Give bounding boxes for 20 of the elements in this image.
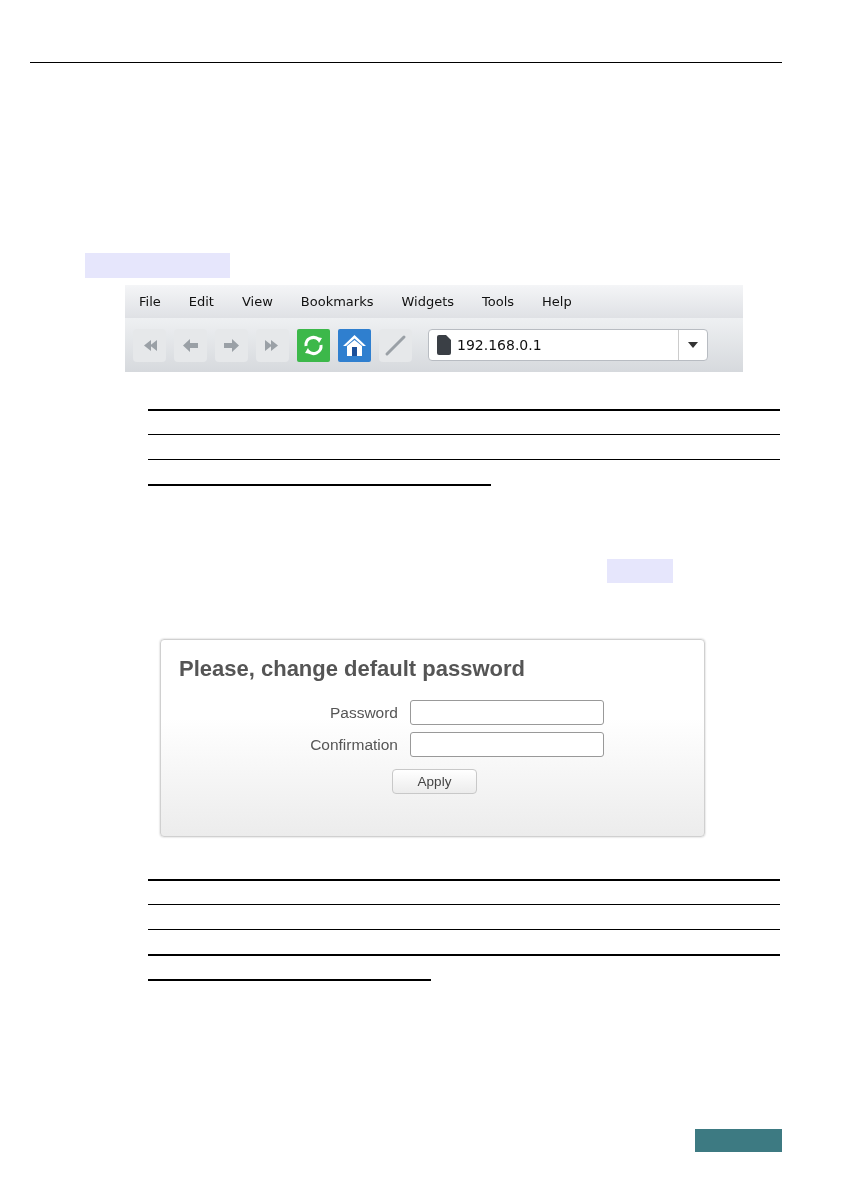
input-field[interactable] <box>410 732 604 757</box>
address-field[interactable]: 192.168.0.1 <box>451 337 678 353</box>
field-label: Confirmation <box>309 735 398 754</box>
menu-item[interactable]: Bookmarks <box>300 294 374 309</box>
reload-icon[interactable] <box>297 328 330 362</box>
apply-button[interactable]: Apply <box>392 769 477 794</box>
address-bar[interactable]: 192.168.0.1 <box>428 329 708 361</box>
input-field[interactable] <box>410 700 604 725</box>
menu-item[interactable]: Edit <box>188 294 214 309</box>
menu-item[interactable]: View <box>241 294 273 309</box>
menu-item[interactable]: File <box>139 294 161 309</box>
menu-item[interactable]: Widgets <box>401 294 454 309</box>
dropdown-caret-icon[interactable] <box>688 342 698 348</box>
menu-item[interactable]: Tools <box>482 294 515 309</box>
highlight-mark <box>607 559 673 583</box>
dialog-title: Please, change default password <box>179 656 526 682</box>
menu-item[interactable]: Help <box>542 294 572 309</box>
home-icon[interactable] <box>338 328 371 362</box>
field-label: Password <box>328 703 398 722</box>
page-icon <box>437 335 451 355</box>
